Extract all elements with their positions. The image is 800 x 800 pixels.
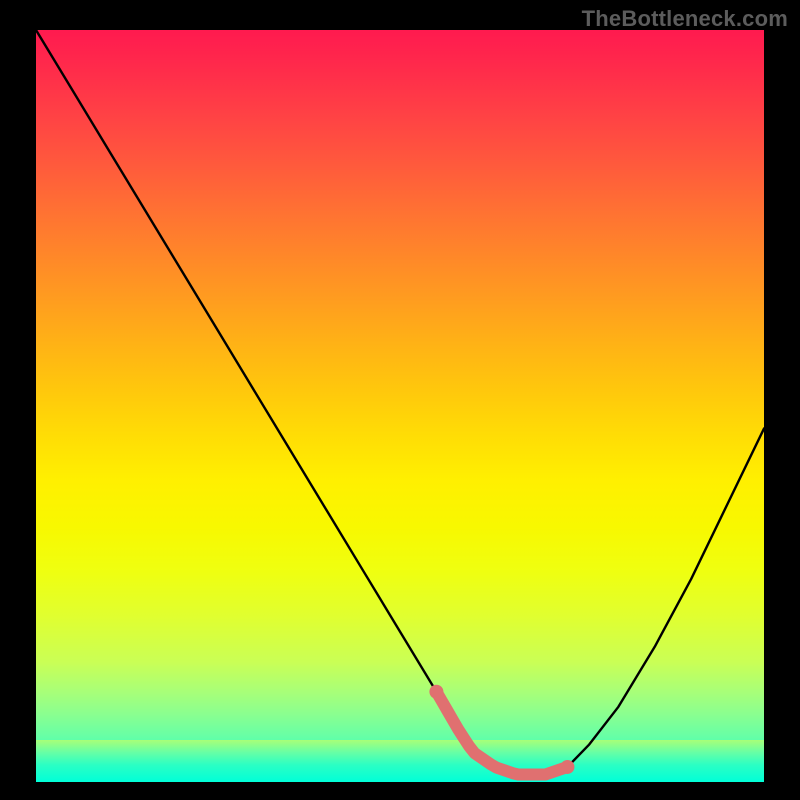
bottleneck-curve (36, 30, 764, 774)
highlight-dot-left (429, 685, 443, 699)
optimal-highlight-stroke (436, 692, 567, 775)
chart-svg (36, 30, 764, 782)
watermark-text: TheBottleneck.com (582, 6, 788, 32)
chart-container: TheBottleneck.com (0, 0, 800, 800)
highlight-dot-right (560, 760, 574, 774)
